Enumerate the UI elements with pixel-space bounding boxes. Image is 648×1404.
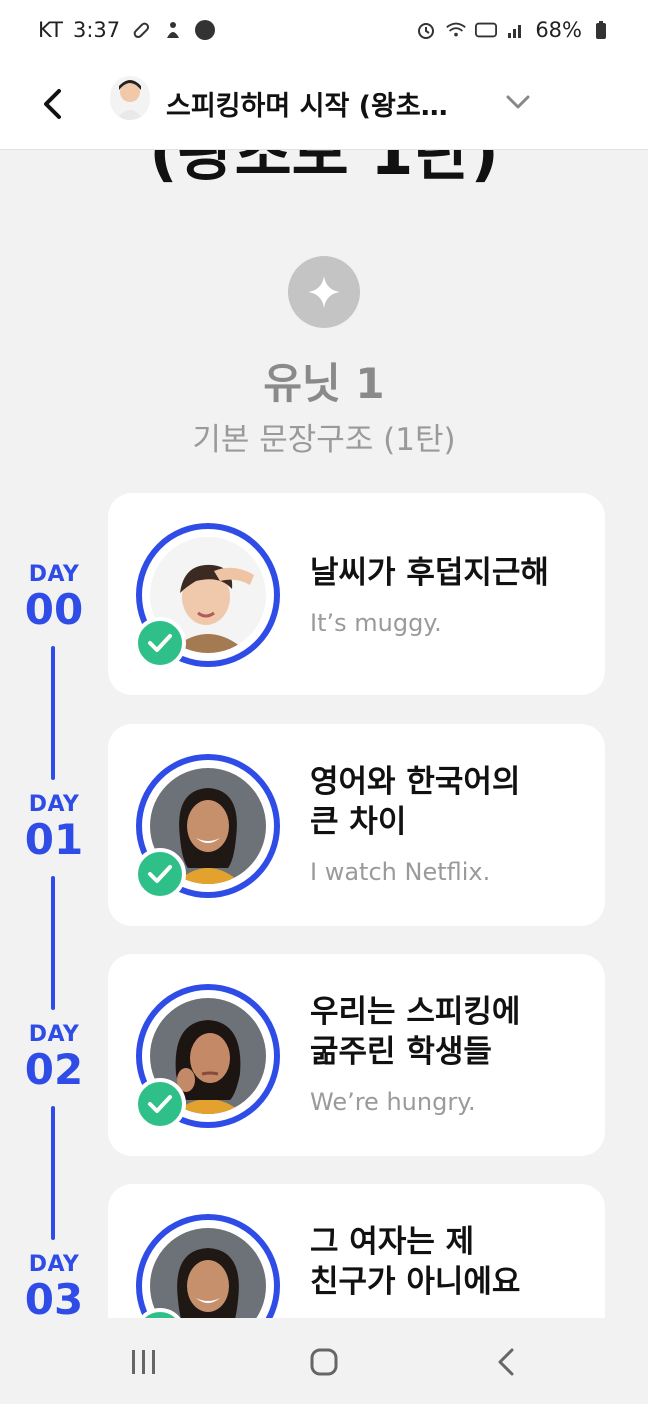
lesson-thumbnail [136,1214,280,1318]
timeline-segment [51,646,55,780]
recents-icon [132,1350,155,1374]
system-nav-bar [0,1318,648,1404]
chevron-left-icon [44,89,61,119]
lesson-card-day-01[interactable]: 영어와 한국어의 큰 차이 I watch Netflix. [108,724,605,926]
back-button[interactable] [30,82,74,126]
course-title[interactable]: 스피킹하며 시작 (왕초… [166,84,448,123]
battery-icon [590,19,612,41]
alarm-icon [415,19,437,41]
completed-check-icon [134,848,186,900]
lesson-subtitle: We’re hungry. [310,1088,476,1116]
pill-icon [130,19,152,41]
day-label: DAY 02 [24,1022,84,1094]
carrier-label: KT [38,18,63,42]
course-heading: (왕초보 1탄) [149,150,499,189]
day-label: DAY 00 [24,562,84,634]
home-icon [310,1348,338,1376]
signal-icon [505,19,527,41]
unit-title: 유닛 1 [263,359,385,408]
lesson-subtitle: I watch Netflix. [310,858,491,886]
status-bar: KT 3:37 68% [0,0,648,64]
course-dropdown-button[interactable] [498,82,538,122]
lesson-photo [150,1228,266,1318]
person-icon [162,19,184,41]
lesson-title: 날씨가 후덥지근해 [310,555,549,591]
battery-label: 68% [535,18,582,42]
wifi-icon [445,19,467,41]
day-label: DAY 03 [24,1252,84,1318]
course-avatar [110,76,150,120]
lesson-card-day-03[interactable]: 그 여자는 제 친구가 아니에요 [108,1184,605,1318]
lesson-list-scroll[interactable]: (왕초보 1탄) 유닛 1 기본 문장구조 (1탄) DAY 00 날씨가 후덥… [0,150,648,1318]
back-icon [498,1348,514,1376]
chevron-down-icon [506,95,530,109]
timeline-segment [51,1106,55,1240]
home-button[interactable] [304,1342,344,1382]
app-badge-icon [194,19,216,41]
hd-icon [475,19,498,41]
lesson-title: 그 여자는 제 친구가 아니에요 [310,1224,521,1300]
completed-check-icon [134,1078,186,1130]
lesson-card-day-02[interactable]: 우리는 스피킹에 굶주린 학생들 We’re hungry. [108,954,605,1156]
day-label: DAY 01 [24,792,84,864]
completed-check-icon [134,617,186,669]
lesson-subtitle: It’s muggy. [310,609,442,637]
timeline-segment [51,876,55,1010]
time-label: 3:37 [72,18,121,42]
recents-button[interactable] [123,1342,163,1382]
system-back-button[interactable] [486,1342,526,1382]
unit-subtitle: 기본 문장구조 (1탄) [192,422,456,458]
lesson-title: 영어와 한국어의 큰 차이 [310,764,521,840]
app-header: 스피킹하며 시작 (왕초… [0,64,648,150]
sparkle-icon [288,256,360,328]
lesson-card-day-00[interactable]: 날씨가 후덥지근해 It’s muggy. [108,493,605,695]
lesson-title: 우리는 스피킹에 굶주린 학생들 [310,994,521,1070]
